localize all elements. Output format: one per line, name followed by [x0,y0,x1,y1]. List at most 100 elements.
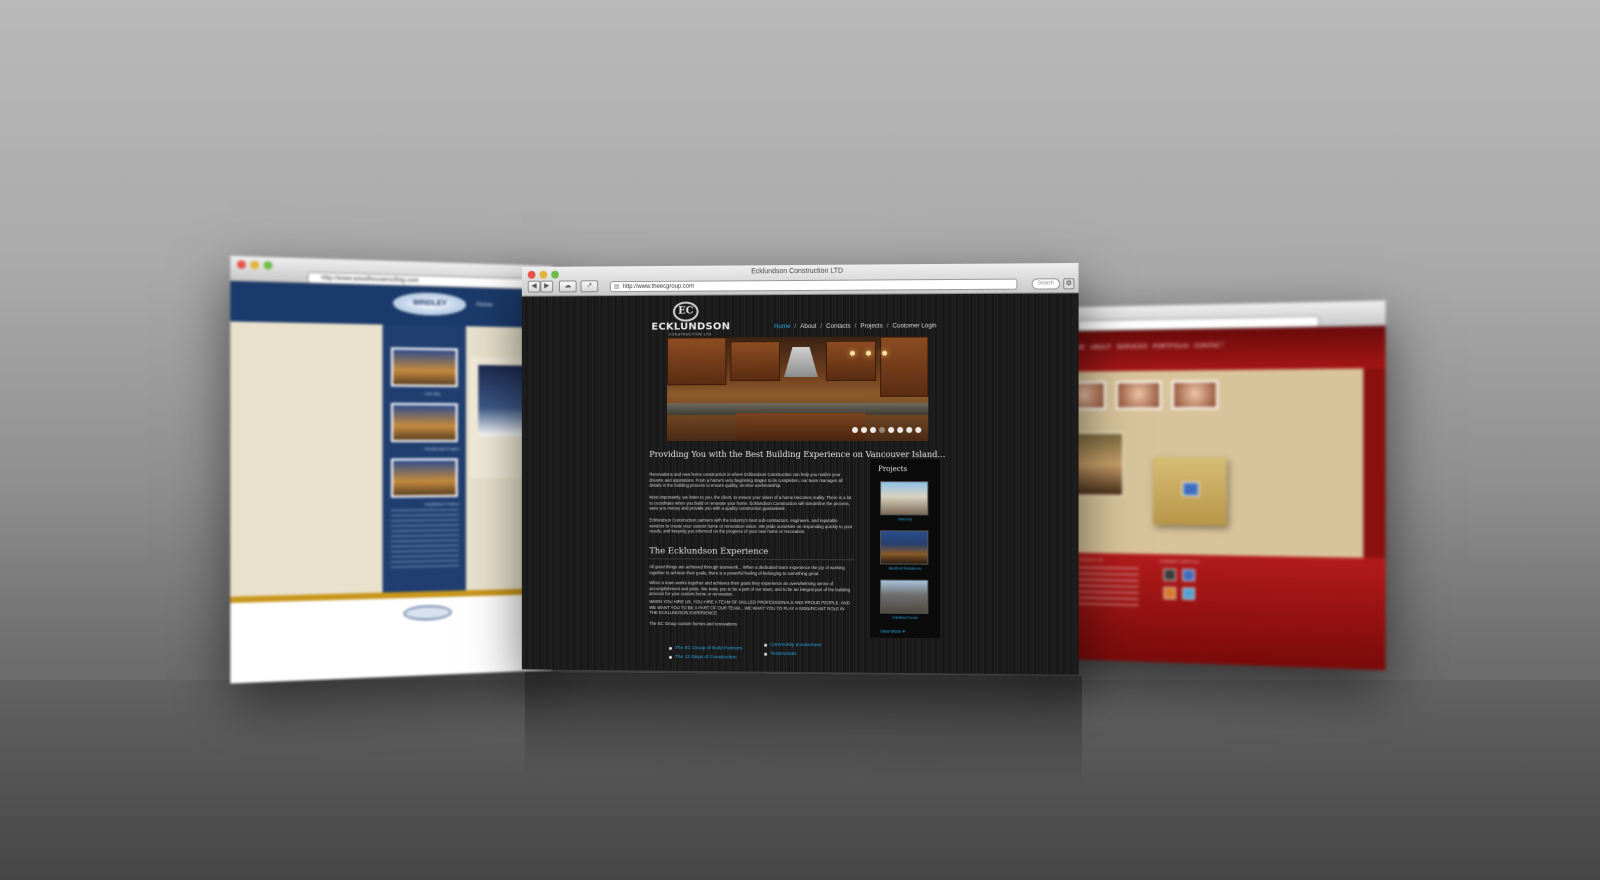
footer-link[interactable]: Community Involvement [764,641,821,650]
slider-dot[interactable] [879,426,886,433]
site-page: EC ECKLUNDSON CONSTRUCTION LTD. Home / A… [521,293,1079,675]
left-browser-window: http://www.woodhouseroofing.com WINDLEY … [230,255,552,684]
slider-dot[interactable] [897,426,904,433]
search-input[interactable]: Search [1031,278,1061,290]
icloud-button[interactable]: ☁ [558,280,577,293]
right-site-header: HOME ABOUT SERVICES PORTFOLIO CONTACT [1037,325,1386,372]
slider-dot[interactable] [861,426,868,433]
footer-links-left: The EC Group of Build Partners The 12 St… [669,644,742,663]
hero-cabinet [825,340,877,381]
hero-pendant-light [849,350,855,356]
intro-paragraph: Renovations and new home construction is… [649,471,843,488]
right-nav-item[interactable]: SERVICES [1116,344,1147,351]
left-nav-item[interactable]: Home [476,302,492,308]
project-thumb[interactable] [880,481,929,516]
nav-separator: / [794,323,797,331]
url-text: http://www.theecgroup.com [622,283,695,291]
view-more-link[interactable]: View More ▾ [880,629,905,635]
project-caption[interactable]: Fairfield Condo [872,616,938,621]
rss-icon[interactable] [1163,586,1177,600]
minimize-button[interactable] [250,260,260,270]
left-gallery-thumb[interactable] [391,458,458,498]
right-footer-heading: CONNECT WITH US [1159,558,1199,565]
nav-home[interactable]: Home [774,323,790,330]
footer-link[interactable]: Testimonials [764,650,821,660]
twitter-icon[interactable] [1182,587,1195,600]
chevron-down-icon: ▾ [902,628,905,634]
hero-island [736,412,867,442]
zoom-button[interactable] [263,261,273,270]
intro-paragraph: Ecklundson Construction partners with th… [649,517,853,535]
left-text-block [391,509,459,572]
right-site-body [1057,368,1364,558]
right-site-footer: CONTACT US CONNECT WITH US [1037,552,1386,671]
left-gallery-thumb[interactable] [391,402,458,443]
project-thumb[interactable] [880,579,929,614]
forward-button[interactable]: ▶ [540,280,554,293]
hero-cabinet [667,337,727,386]
right-promo-card[interactable] [1153,457,1227,526]
left-gallery-caption: Installation Project [424,501,459,507]
facebook-icon[interactable] [1182,568,1195,582]
left-site-logo[interactable]: WINDLEY [393,291,466,317]
slider-dot[interactable] [851,426,858,433]
heading-divider [649,558,854,561]
experience-paragraph: WHEN YOU HIRE US, YOU HIRE A TEAM OF SKI… [649,599,850,616]
left-gallery-caption: Oak Bay [424,390,441,397]
left-site-footer [230,594,552,684]
hero-pendant-light [866,350,872,356]
right-portrait-thumb[interactable] [1115,380,1162,410]
logo-monogram: EC [672,301,699,322]
site-logo[interactable]: EC ECKLUNDSON CONSTRUCTION LTD. [649,301,732,337]
window-title: Ecklundson Construction LTD [751,267,844,276]
hero-cabinet [730,341,781,382]
right-site-nav: HOME ABOUT SERVICES PORTFOLIO CONTACT [1067,343,1224,351]
nav-about[interactable]: About [800,323,816,330]
right-footer-contact-lines [1077,566,1139,609]
project-caption[interactable]: Bedford Residence [872,566,938,570]
right-nav-item[interactable]: PORTFOLIO [1153,344,1189,351]
footer-links-right: Community Involvement Testimonials [764,641,821,659]
center-window-reflection [524,671,1082,789]
left-footer-logo [403,604,452,621]
project-caption[interactable]: Balcony [872,517,938,521]
social-icon[interactable] [1163,568,1177,582]
footer-link[interactable]: The 12 Steps of Construction [669,653,742,663]
left-window-controls [237,260,273,270]
right-nav-item[interactable]: ABOUT [1090,345,1111,351]
gear-icon[interactable]: ⚙ [1063,278,1075,290]
page-icon: ▤ [613,284,620,291]
right-nav-item[interactable]: CONTACT [1194,343,1224,350]
right-portrait-thumb[interactable] [1171,380,1219,410]
left-gallery-caption: Residential Project [424,446,460,452]
slider-dot[interactable] [906,426,913,433]
logo-name: ECKLUNDSON [651,321,731,333]
left-site-header: WINDLEY Home [230,281,552,328]
nav-separator: / [820,322,823,330]
share-button[interactable]: ↗ [580,280,599,293]
slider-dot[interactable] [888,426,895,433]
nav-separator: / [886,322,889,330]
center-window-toolbar: Ecklundson Construction LTD ◀ ▶ ☁ ↗ ▤ ht… [521,262,1079,297]
main-nav: Home / About / Contacts / Projects / Cus… [774,322,936,330]
nav-customer-login[interactable]: Customer Login [893,322,937,329]
project-thumb[interactable] [880,530,929,565]
left-site-main: Oak Bay Residential Project Installation… [230,321,552,597]
showcase-stage: http://www.woodhouseroofing.com WINDLEY … [0,0,1600,880]
hero-slider[interactable] [667,336,929,442]
slider-dot[interactable] [915,426,922,433]
experience-heading: The Ecklundson Experience [649,546,769,557]
intro-paragraph: Most importantly, we listen to you, the … [649,494,852,511]
logo-subtitle: CONSTRUCTION LTD. [668,332,714,337]
right-footer-heading: CONTACT US [1077,556,1104,563]
projects-sidebar: Projects Balcony Bedford Residence Fairf… [870,459,941,639]
right-browser-window: HOME ABOUT SERVICES PORTFOLIO CONTACT CO… [1037,300,1386,671]
facebook-icon[interactable] [1182,481,1200,497]
slider-dot[interactable] [870,426,877,433]
back-button[interactable]: ◀ [527,280,541,293]
nav-contacts[interactable]: Contacts [826,323,850,330]
close-button[interactable] [237,260,246,269]
address-bar[interactable]: ▤ http://www.theecgroup.com [609,278,1018,293]
left-gallery-thumb[interactable] [391,347,458,388]
nav-projects[interactable]: Projects [860,323,882,330]
